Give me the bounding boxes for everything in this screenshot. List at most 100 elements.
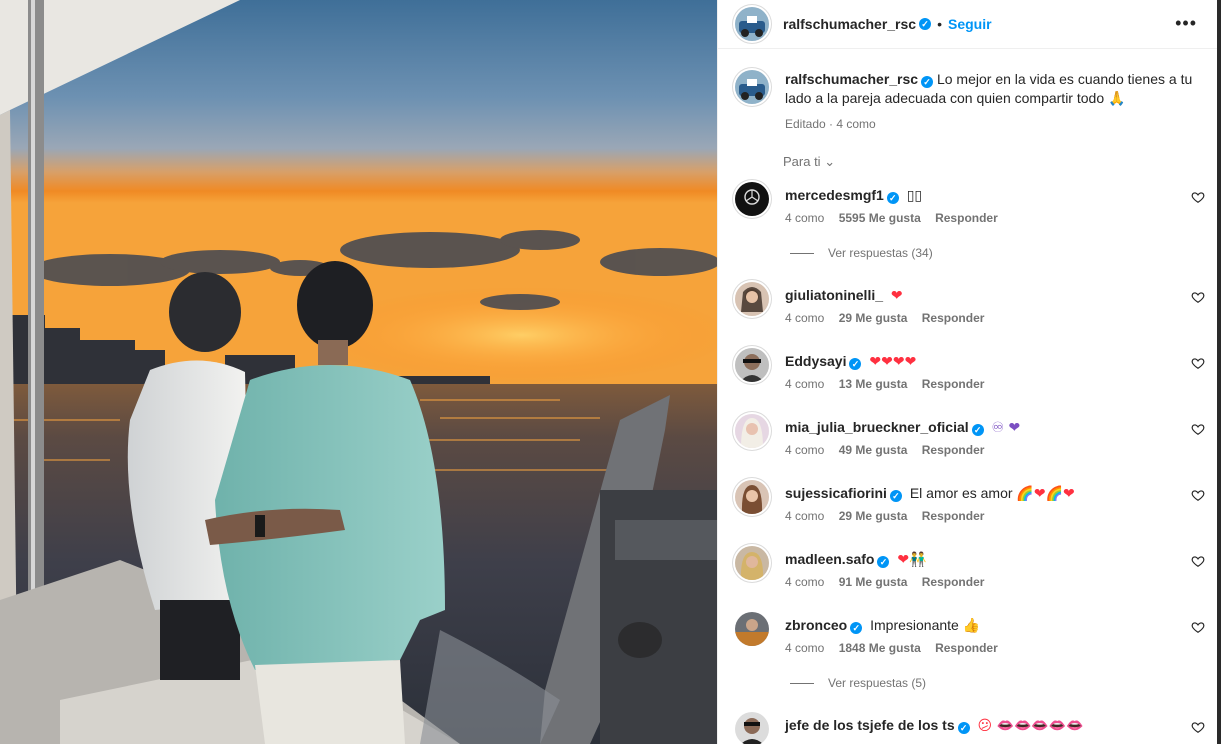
post-caption: ralfschumacher_rsc ✓ Lo mejor en la vida … [735,70,1205,131]
more-options-icon[interactable]: ••• [1175,14,1197,32]
comment-emoji: 🌈❤🌈❤ [1016,486,1075,502]
like-heart-icon[interactable] [1191,356,1205,370]
post-time[interactable]: · 4 como [829,117,876,131]
verified-badge-icon: ✓ [921,76,934,88]
commenter-username[interactable]: mercedesmgf1 [785,187,884,203]
comment-line: sujessicafiorini ✓ El amor es amor 🌈❤🌈❤ [785,484,1075,503]
verified-badge-icon: ✓ [886,192,899,204]
comment-time[interactable]: 4 como [785,641,824,655]
edited-label: Editado [785,117,826,131]
like-heart-icon[interactable] [1191,554,1205,568]
verified-badge-icon: ✓ [971,424,984,436]
verified-badge-icon: ✓ [889,490,902,502]
commenter-username[interactable]: Eddysayi [785,353,846,369]
comment-emoji: ▯▯ [906,188,923,204]
caption-avatar[interactable] [735,70,769,104]
commenter-username[interactable]: sujessicafiorini [785,485,887,501]
commenter-avatar[interactable] [735,182,769,216]
comment-time[interactable]: 4 como [785,211,824,225]
reply-button[interactable]: Responder [935,641,998,655]
commenter-avatar[interactable] [735,282,769,316]
replies-line [790,252,814,254]
comment-actions: 4 como 5595 Me gusta Responder [785,211,1009,225]
comment-time[interactable]: 4 como [785,311,824,325]
like-heart-icon[interactable] [1191,488,1205,502]
view-replies-label: Ver respuestas (34) [828,246,933,260]
comment-likes[interactable]: 13 Me gusta [839,377,908,391]
comment-actions: 4 como 29 Me gusta Responder [785,311,995,325]
comment-likes[interactable]: 29 Me gusta [839,311,908,325]
author-avatar[interactable] [735,7,769,41]
commenter-avatar[interactable] [735,480,769,514]
reply-button[interactable]: Responder [922,575,985,589]
commenter-username[interactable]: jefe de los tsjefe de los ts [785,717,955,733]
replies-line [790,682,814,684]
comment-emoji: 😕 👄👄👄👄👄 [977,718,1084,734]
commenter-username[interactable]: giuliatoninelli_ [785,287,883,303]
comment-item: sujessicafiorini ✓ El amor es amor 🌈❤🌈❤ 4… [735,480,1205,530]
comment-item: jefe de los tsjefe de los ts ✓ 😕 👄👄👄👄👄 [735,712,1205,744]
commenter-avatar[interactable] [735,612,769,646]
comment-time[interactable]: 4 como [785,377,824,391]
reply-button[interactable]: Responder [935,211,998,225]
comment-likes[interactable]: 91 Me gusta [839,575,908,589]
commenter-avatar[interactable] [735,348,769,382]
comment-text: El amor es amor [909,485,1013,501]
caption-meta: Editado · 4 como [785,117,1205,131]
comment-time[interactable]: 4 como [785,509,824,523]
sort-label: Para ti [783,154,821,169]
author-username[interactable]: ralfschumacher_rsc [783,16,916,32]
comment-item: giuliatoninelli_ ❤ 4 como 29 Me gusta Re… [735,282,1205,332]
view-replies-button[interactable]: Ver respuestas (5) [790,676,926,690]
caption-username[interactable]: ralfschumacher_rsc [785,71,918,87]
comment-actions: 4 como 91 Me gusta Responder [785,575,995,589]
view-replies-button[interactable]: Ver respuestas (34) [790,246,933,260]
comment-time[interactable]: 4 como [785,575,824,589]
commenter-avatar[interactable] [735,414,769,448]
sort-dropdown[interactable]: Para ti ⌄ [783,154,835,170]
comment-line: mia_julia_brueckner_oficial ✓ ♾ ❤ [785,418,1020,437]
comment-line: madleen.safo ✓ ❤👬 [785,550,927,569]
post-photo[interactable] [0,0,717,744]
comment-actions: 4 como 13 Me gusta Responder [785,377,995,391]
like-heart-icon[interactable] [1191,720,1205,734]
commenter-avatar[interactable] [735,712,769,744]
commenter-avatar[interactable] [735,546,769,580]
like-heart-icon[interactable] [1191,620,1205,634]
comment-text: Impresionante [870,617,959,633]
reply-button[interactable]: Responder [922,443,985,457]
commenter-username[interactable]: madleen.safo [785,551,874,567]
comment-line: Eddysayi ✓ ❤❤❤❤ [785,352,916,371]
comment-actions: 4 como 49 Me gusta Responder [785,443,995,457]
comment-line: giuliatoninelli_ ❤ [785,286,903,305]
verified-badge-icon: ✓ [957,722,970,734]
verified-badge-icon: ✓ [919,18,932,30]
comment-likes[interactable]: 5595 Me gusta [839,211,921,225]
reply-button[interactable]: Responder [922,509,985,523]
view-replies-label: Ver respuestas (5) [828,676,927,690]
comment-line: jefe de los tsjefe de los ts ✓ 😕 👄👄👄👄👄 [785,716,1084,735]
like-heart-icon[interactable] [1191,422,1205,436]
comment-likes[interactable]: 1848 Me gusta [839,641,921,655]
comment-item: mia_julia_brueckner_oficial ✓ ♾ ❤ 4 como … [735,414,1205,464]
like-heart-icon[interactable] [1191,190,1205,204]
comment-time[interactable]: 4 como [785,443,824,457]
chevron-down-icon: ⌄ [824,154,836,169]
verified-badge-icon: ✓ [877,556,890,568]
window-edge [1217,0,1221,744]
separator-dot: • [937,16,942,32]
like-heart-icon[interactable] [1191,290,1205,304]
comment-emoji: ❤❤❤❤ [869,354,917,370]
reply-button[interactable]: Responder [922,377,985,391]
comment-emoji: ❤ [890,288,903,304]
comment-likes[interactable]: 49 Me gusta [839,443,908,457]
commenter-username[interactable]: zbronceo [785,617,847,633]
comment-item: mercedesmgf1 ✓ ▯▯ 4 como 5595 Me gusta Re… [735,182,1205,232]
commenter-username[interactable]: mia_julia_brueckner_oficial [785,419,969,435]
comment-likes[interactable]: 29 Me gusta [839,509,908,523]
reply-button[interactable]: Responder [922,311,985,325]
verified-badge-icon: ✓ [849,358,862,370]
follow-button[interactable]: Seguir [948,16,992,32]
verified-badge-icon: ✓ [850,622,863,634]
comment-emoji: ❤👬 [897,552,927,568]
